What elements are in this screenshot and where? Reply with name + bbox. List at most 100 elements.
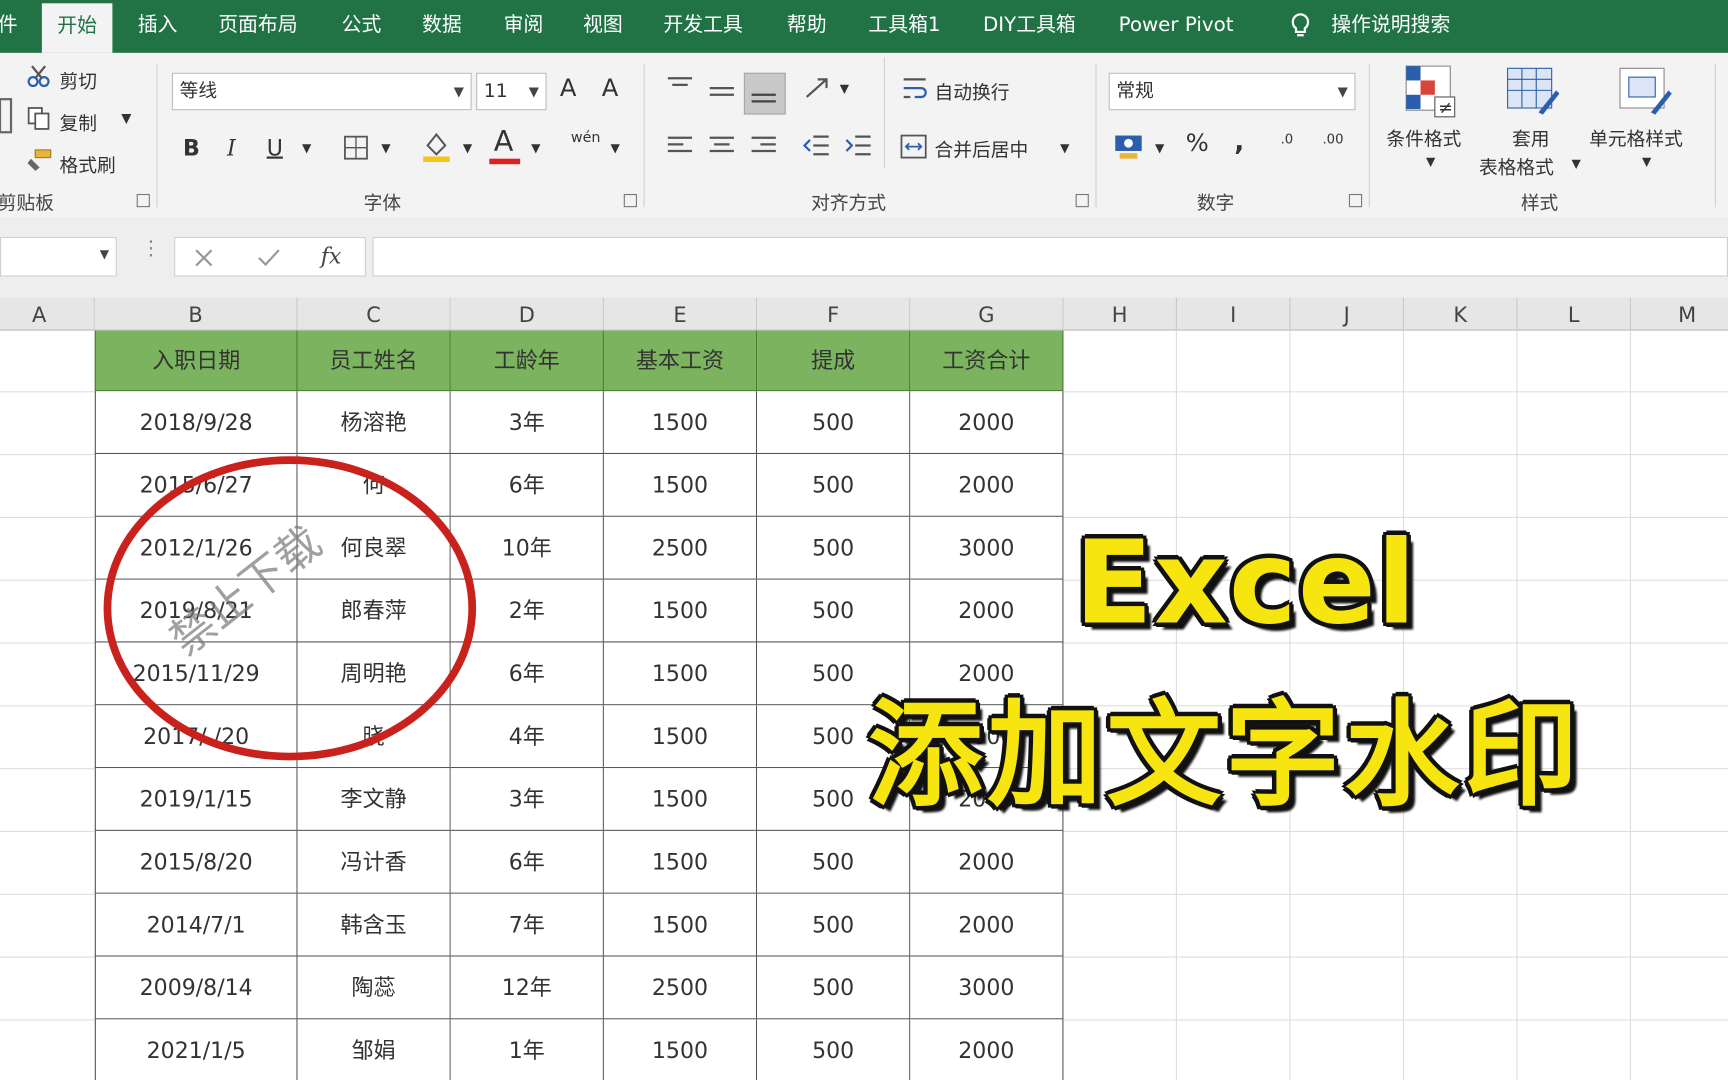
- format-painter-button[interactable]: 格式刷: [60, 150, 116, 177]
- tell-me-search[interactable]: 操作说明搜索: [1331, 0, 1450, 53]
- align-center-icon[interactable]: [708, 134, 737, 158]
- drag-handle-icon[interactable]: ⋮: [141, 239, 161, 259]
- tab-diy-toolbox[interactable]: DIY工具箱: [983, 0, 1076, 53]
- total-salary-cell[interactable]: 2000: [910, 1019, 1064, 1080]
- total-salary-cell[interactable]: 2000: [910, 893, 1064, 957]
- column-header-k[interactable]: K: [1403, 297, 1518, 331]
- phonetic-icon[interactable]: wén: [571, 130, 601, 147]
- column-header-l[interactable]: L: [1517, 297, 1632, 331]
- hire-date-cell[interactable]: 2009/8/14: [94, 956, 298, 1020]
- insert-function-button[interactable]: fx: [321, 242, 342, 268]
- align-right-icon[interactable]: [749, 134, 778, 158]
- tab-data[interactable]: 数据: [422, 0, 462, 53]
- merge-dropdown-chevron-icon[interactable]: ▼: [1060, 141, 1069, 155]
- seniority-cell[interactable]: 3年: [450, 391, 604, 455]
- phonetic-dropdown-chevron-icon[interactable]: ▼: [611, 141, 620, 155]
- employee-name-cell[interactable]: 李文静: [297, 768, 451, 831]
- seniority-cell[interactable]: 12年: [450, 956, 604, 1020]
- total-salary-cell[interactable]: 2000: [910, 454, 1064, 517]
- borders-icon[interactable]: [343, 134, 369, 160]
- tab-insert[interactable]: 插入: [138, 0, 178, 53]
- base-salary-cell[interactable]: 1500: [603, 705, 758, 769]
- cancel-icon[interactable]: [193, 247, 215, 269]
- seniority-cell[interactable]: 7年: [450, 893, 604, 957]
- column-header-h[interactable]: H: [1063, 297, 1177, 331]
- hire-date-cell[interactable]: 2021/1/5: [94, 1019, 298, 1080]
- paste-icon[interactable]: [0, 97, 13, 134]
- tab-review[interactable]: 审阅: [504, 0, 544, 53]
- header-base-salary[interactable]: 基本工资: [603, 330, 758, 392]
- header-seniority[interactable]: 工龄年: [450, 330, 604, 392]
- align-top-icon[interactable]: [666, 75, 695, 99]
- number-format-combo[interactable]: 常规 ▼: [1108, 72, 1356, 111]
- column-header-b[interactable]: B: [94, 297, 298, 331]
- bold-button[interactable]: B: [183, 134, 200, 160]
- tab-help[interactable]: 帮助: [787, 0, 827, 53]
- lightbulb-icon[interactable]: [1289, 12, 1311, 41]
- enter-check-icon[interactable]: [257, 247, 281, 269]
- seniority-cell[interactable]: 10年: [450, 516, 604, 580]
- hire-date-cell[interactable]: 2019/1/15: [94, 768, 298, 831]
- seniority-cell[interactable]: 6年: [450, 454, 604, 517]
- decrease-indent-icon[interactable]: [802, 132, 831, 161]
- employee-name-cell[interactable]: 陶蕊: [297, 956, 451, 1020]
- base-salary-cell[interactable]: 1500: [603, 893, 758, 957]
- underline-dropdown-chevron-icon[interactable]: ▼: [302, 141, 311, 155]
- tab-developer[interactable]: 开发工具: [663, 0, 742, 53]
- shrink-font-button[interactable]: A: [602, 75, 619, 103]
- align-left-icon[interactable]: [666, 134, 695, 158]
- align-middle-icon[interactable]: [708, 79, 737, 103]
- employee-name-cell[interactable]: 邹娟: [297, 1019, 451, 1080]
- tab-toolbox1[interactable]: 工具箱1: [868, 0, 940, 53]
- borders-dropdown-chevron-icon[interactable]: ▼: [381, 141, 390, 155]
- hire-date-cell[interactable]: 2018/9/28: [94, 391, 298, 455]
- font-size-combo[interactable]: 11 ▼: [476, 72, 547, 111]
- commission-cell[interactable]: 500: [757, 454, 911, 517]
- column-header-i[interactable]: I: [1176, 297, 1291, 331]
- column-header-a[interactable]: A: [0, 297, 95, 331]
- underline-button[interactable]: U: [267, 134, 283, 160]
- decrease-decimal-button[interactable]: .00: [1322, 132, 1343, 146]
- format-as-table-button[interactable]: 套用: [1512, 123, 1549, 151]
- seniority-cell[interactable]: 6年: [450, 830, 604, 894]
- column-header-c[interactable]: C: [297, 297, 451, 331]
- header-total-salary[interactable]: 工资合计: [910, 330, 1064, 392]
- name-box[interactable]: ▼: [0, 236, 117, 277]
- hire-date-cell[interactable]: 2015/8/20: [94, 830, 298, 894]
- total-salary-cell[interactable]: 3000: [910, 516, 1064, 580]
- commission-cell[interactable]: 500: [757, 391, 911, 455]
- tab-formulas[interactable]: 公式: [342, 0, 382, 53]
- commission-cell[interactable]: 500: [757, 1019, 911, 1080]
- tab-home[interactable]: 开始: [41, 3, 113, 53]
- header-hire-date[interactable]: 入职日期: [94, 330, 298, 392]
- seniority-cell[interactable]: 3年: [450, 768, 604, 831]
- commission-cell[interactable]: 500: [757, 830, 911, 894]
- merge-center-button[interactable]: 合并后居中: [935, 134, 1029, 162]
- copy-button[interactable]: 复制: [60, 108, 97, 136]
- employee-name-cell[interactable]: 冯计香: [297, 830, 451, 894]
- base-salary-cell[interactable]: 1500: [603, 1019, 758, 1080]
- header-commission[interactable]: 提成: [757, 330, 911, 392]
- tab-file[interactable]: 件: [0, 0, 18, 53]
- base-salary-cell[interactable]: 2500: [603, 516, 758, 580]
- base-salary-cell[interactable]: 1500: [603, 454, 758, 517]
- base-salary-cell[interactable]: 2500: [603, 956, 758, 1020]
- alignment-dialog-launcher-icon[interactable]: [1075, 193, 1089, 208]
- seniority-cell[interactable]: 1年: [450, 1019, 604, 1080]
- accounting-dropdown-chevron-icon[interactable]: ▼: [1155, 141, 1164, 155]
- cell-styles-dropdown-chevron-icon[interactable]: ▼: [1642, 154, 1651, 168]
- column-header-d[interactable]: D: [450, 297, 604, 331]
- formula-input[interactable]: [372, 236, 1728, 277]
- cell-styles-button[interactable]: 单元格样式: [1589, 123, 1683, 151]
- font-color-button[interactable]: A: [494, 126, 514, 159]
- seniority-cell[interactable]: 4年: [450, 705, 604, 769]
- column-header-m[interactable]: M: [1631, 297, 1728, 331]
- italic-button[interactable]: I: [227, 134, 236, 160]
- total-salary-cell[interactable]: 2000: [910, 579, 1064, 643]
- comma-style-button[interactable]: ,: [1234, 126, 1244, 157]
- column-header-f[interactable]: F: [757, 297, 911, 331]
- base-salary-cell[interactable]: 1500: [603, 830, 758, 894]
- base-salary-cell[interactable]: 1500: [603, 768, 758, 831]
- cut-button[interactable]: 剪切: [60, 66, 97, 94]
- fill-color-icon[interactable]: [421, 130, 452, 163]
